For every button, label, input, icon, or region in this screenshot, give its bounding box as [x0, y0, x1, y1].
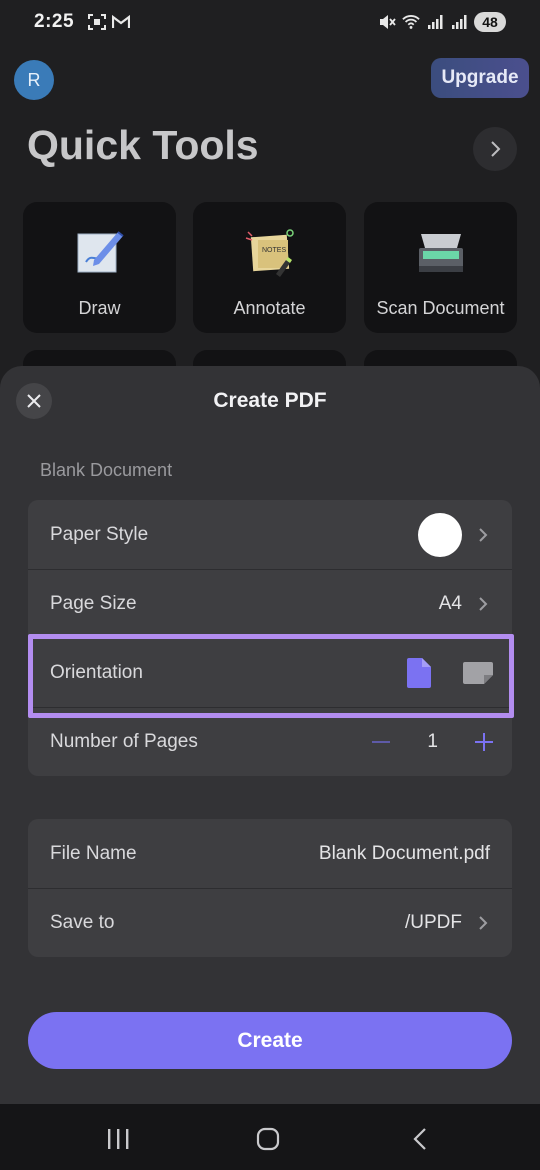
gmail-icon [112, 13, 131, 31]
page-size-row[interactable]: Page Size A4 [28, 569, 512, 638]
screenshot-icon [88, 13, 107, 31]
svg-text:NOTES: NOTES [262, 247, 286, 254]
decrement-pages-button[interactable] [371, 732, 391, 752]
status-time: 2:25 [34, 11, 75, 32]
tool-annotate[interactable]: NOTES Annotate [193, 202, 346, 333]
recent-apps-button[interactable] [103, 1124, 133, 1154]
create-pdf-sheet: Create PDF Blank Document Paper Style Pa… [0, 366, 540, 1104]
page-size-value: A4 [438, 593, 462, 614]
save-to-value: /UPDF [405, 912, 462, 933]
page-size-label: Page Size [50, 593, 137, 614]
battery-level: 48 [474, 12, 506, 32]
create-button[interactable]: Create [28, 1012, 512, 1069]
draw-icon [77, 231, 124, 273]
file-name-label: File Name [50, 842, 137, 864]
file-name-row[interactable]: File Name Blank Document.pdf [28, 819, 512, 888]
back-icon [413, 1128, 426, 1150]
paper-style-swatch [418, 512, 462, 557]
paper-style-row[interactable]: Paper Style [28, 500, 512, 569]
back-button[interactable] [405, 1124, 435, 1154]
orientation-label: Orientation [50, 662, 143, 683]
wifi-icon [402, 13, 420, 31]
plus-icon [475, 733, 493, 751]
tool-label: Annotate [233, 298, 306, 318]
file-settings-group: File Name Blank Document.pdf Save to /UP… [28, 819, 512, 957]
avatar-initial: R [27, 69, 41, 90]
recent-apps-icon [108, 1129, 129, 1149]
minus-icon [372, 741, 391, 743]
chevron-right-icon [479, 527, 488, 542]
navigation-bar [0, 1104, 540, 1170]
portrait-orientation-icon[interactable] [407, 658, 431, 688]
save-to-label: Save to [50, 912, 115, 933]
file-name-value: Blank Document.pdf [318, 842, 490, 864]
chevron-right-icon [491, 141, 501, 157]
scanner-icon [418, 234, 463, 272]
landscape-orientation-icon[interactable] [463, 662, 493, 684]
tool-scan-document[interactable]: Scan Document [364, 202, 517, 333]
annotate-icon: NOTES [245, 229, 294, 277]
tool-draw[interactable]: Draw [23, 202, 176, 333]
home-icon [256, 1127, 280, 1151]
sheet-title: Create PDF [213, 389, 327, 412]
number-of-pages-label: Number of Pages [50, 731, 198, 752]
signal-icon [426, 13, 444, 31]
orientation-row: Orientation [28, 638, 512, 707]
chevron-right-icon [479, 916, 488, 930]
section-label: Blank Document [40, 460, 173, 480]
save-to-row[interactable]: Save to /UPDF [28, 888, 512, 957]
home-button[interactable] [253, 1124, 283, 1154]
tool-label: Scan Document [376, 298, 505, 318]
document-settings-group: Paper Style Page Size A4 Orientation Num… [28, 500, 512, 776]
tool-label: Draw [78, 298, 121, 318]
quick-tools-title: Quick Tools [27, 122, 259, 168]
signal-icon-2 [450, 13, 468, 31]
upgrade-button[interactable]: Upgrade [431, 58, 529, 98]
paper-style-label: Paper Style [50, 523, 149, 545]
avatar[interactable]: R [14, 60, 54, 100]
status-bar: 2:25 48 [0, 0, 540, 44]
mute-icon [378, 13, 396, 31]
increment-pages-button[interactable] [474, 732, 494, 752]
number-of-pages-value: 1 [427, 731, 438, 752]
quick-tools-more-button[interactable] [473, 127, 517, 171]
number-of-pages-row: Number of Pages 1 [28, 707, 512, 776]
chevron-right-icon [479, 597, 488, 611]
